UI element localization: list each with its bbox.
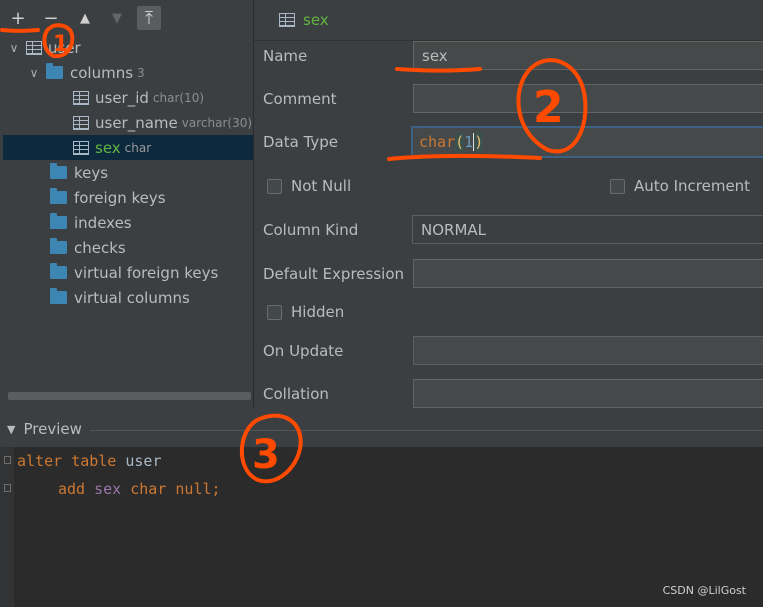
tree-node-checks[interactable]: checks	[50, 235, 126, 260]
datatype-paren-close: )	[473, 133, 484, 151]
column-name: sex	[95, 138, 121, 157]
code-identifier: sex	[94, 480, 122, 498]
collapse-triangle-icon[interactable]: ▼	[7, 423, 15, 436]
code-keyword: null;	[175, 480, 221, 498]
datatype-field[interactable]: char(1)	[411, 126, 763, 158]
checkbox-box[interactable]	[610, 178, 625, 194]
table-icon	[26, 40, 42, 55]
not-null-checkbox[interactable]: Not Null	[267, 177, 351, 195]
table-label: user	[48, 38, 81, 57]
folder-label: foreign keys	[74, 188, 166, 207]
tree-node-foreign-keys[interactable]: foreign keys	[50, 185, 166, 210]
move-top-icon[interactable]: ⤒	[137, 6, 161, 30]
add-icon[interactable]: +	[6, 6, 30, 30]
datatype-label: Data Type	[263, 133, 339, 151]
folder-label: virtual columns	[74, 288, 190, 307]
column-properties-panel: sex Name sex Comment Data Type char(1) N…	[254, 0, 763, 408]
folder-icon	[50, 163, 67, 179]
column-icon	[73, 140, 89, 155]
column-kind-select[interactable]: NORMAL	[412, 215, 763, 244]
folder-icon	[50, 288, 67, 304]
comment-field[interactable]	[413, 84, 763, 113]
move-down-icon[interactable]: ▼	[105, 6, 129, 30]
column-icon	[279, 13, 295, 27]
code-line-2: add sex char null;	[58, 480, 221, 498]
column-name: user_id	[95, 88, 149, 107]
not-null-label: Not Null	[291, 177, 352, 195]
collation-label: Collation	[263, 385, 329, 403]
columns-label: columns	[70, 63, 134, 82]
code-keyword: char	[130, 480, 167, 498]
fold-marker-icon[interactable]	[4, 484, 11, 492]
fold-marker-icon[interactable]	[4, 456, 11, 464]
name-value: sex	[422, 46, 448, 65]
on-update-field	[413, 336, 763, 365]
folder-icon	[50, 263, 67, 279]
folder-icon	[46, 63, 63, 79]
auto-increment-label: Auto Increment	[634, 177, 751, 195]
column-kind-value: NORMAL	[421, 220, 487, 239]
folder-icon	[50, 213, 67, 229]
datatype-keyword: char	[419, 133, 456, 151]
watermark: CSDN @LilGost	[662, 584, 746, 597]
chevron-down-icon[interactable]: ∨	[8, 41, 20, 55]
column-icon	[73, 90, 89, 105]
hidden-label: Hidden	[291, 303, 345, 321]
tree-node-table[interactable]: ∨ user	[8, 35, 81, 60]
column-type: char	[124, 140, 152, 155]
tree-node-columns[interactable]: ∨ columns 3	[28, 60, 145, 85]
auto-increment-checkbox[interactable]: Auto Increment	[610, 177, 750, 195]
preview-title: Preview	[23, 420, 82, 438]
chevron-down-icon[interactable]: ∨	[28, 66, 40, 80]
code-keyword: add	[58, 480, 86, 498]
tree-node-column[interactable]: user_id char(10)	[73, 85, 204, 110]
hidden-checkbox[interactable]: Hidden	[267, 303, 344, 321]
tree-node-column[interactable]: user_name varchar(30)	[73, 110, 252, 135]
name-label: Name	[263, 47, 308, 65]
tree-node-column-selected[interactable]: sex char	[3, 135, 253, 160]
checkbox-box[interactable]	[267, 178, 282, 194]
divider	[89, 429, 763, 431]
folder-label: virtual foreign keys	[74, 263, 219, 282]
column-type: char(10)	[152, 90, 205, 105]
column-name: user_name	[95, 113, 178, 132]
column-icon	[73, 115, 89, 130]
tree-node-indexes[interactable]: indexes	[50, 210, 132, 235]
move-up-icon[interactable]: ▲	[73, 6, 97, 30]
horizontal-scrollbar[interactable]	[8, 392, 251, 400]
name-field[interactable]: sex	[413, 41, 763, 70]
structure-toolbar: + − ▲ ▼ ⤒	[0, 0, 253, 36]
remove-icon[interactable]: −	[39, 6, 63, 30]
code-keyword: table	[71, 452, 117, 470]
folder-label: keys	[74, 163, 109, 182]
on-update-label: On Update	[263, 342, 344, 360]
datatype-length: 1	[464, 133, 474, 151]
preview-header[interactable]: ▼ Preview	[0, 414, 763, 444]
tree-node-virtual-foreign-keys[interactable]: virtual foreign keys	[50, 260, 218, 285]
tree-node-virtual-columns[interactable]: virtual columns	[50, 285, 190, 310]
folder-label: checks	[74, 238, 126, 257]
editor-gutter	[0, 447, 14, 607]
folder-icon	[50, 238, 67, 254]
column-type: varchar(30)	[181, 115, 253, 130]
checkbox-box[interactable]	[267, 304, 282, 320]
properties-header: sex	[254, 0, 763, 41]
folder-icon	[50, 188, 67, 204]
datatype-paren-open: (	[455, 133, 465, 151]
code-keyword: alter	[17, 452, 63, 470]
tree-node-keys[interactable]: keys	[50, 160, 108, 185]
comment-label: Comment	[263, 90, 337, 108]
structure-panel: + − ▲ ▼ ⤒ ∨ user ∨ columns 3 user_id cha…	[0, 0, 254, 408]
default-expression-label: Default Expression	[263, 265, 404, 283]
properties-title: sex	[303, 11, 329, 29]
collation-field[interactable]	[413, 379, 763, 408]
column-kind-label: Column Kind	[263, 221, 359, 239]
folder-label: indexes	[74, 213, 132, 232]
default-expression-field[interactable]	[413, 259, 763, 288]
columns-count: 3	[137, 65, 145, 80]
preview-editor[interactable]: alter table user add sex char null;	[0, 447, 763, 607]
code-identifier: user	[125, 452, 162, 470]
code-line-1: alter table user	[17, 452, 162, 470]
